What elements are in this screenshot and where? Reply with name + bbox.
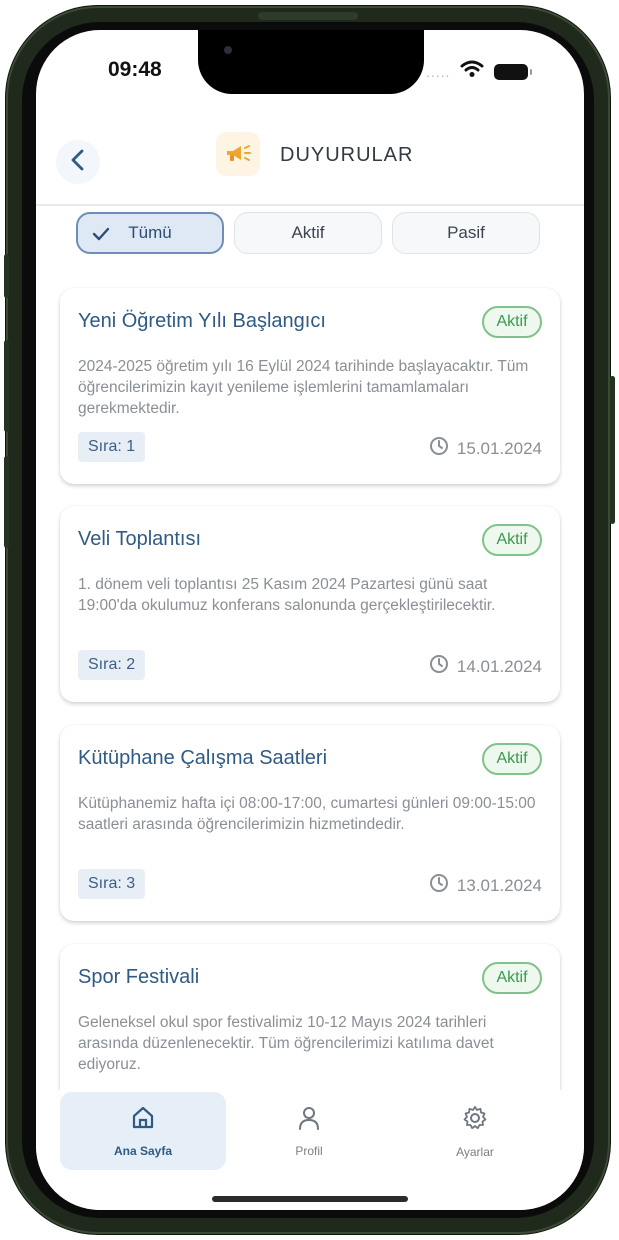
order-badge: Sıra: 3	[78, 869, 146, 899]
clock-icon	[429, 654, 449, 679]
tab-home[interactable]: Ana Sayfa	[60, 1092, 226, 1170]
card-title: Kütüphane Çalışma Saatleri	[78, 747, 328, 769]
filter-tabs: Tümü Aktif Pasif	[76, 212, 540, 254]
card-body: 2024-2025 öğretim yılı 16 Eylül 2024 tar…	[78, 358, 529, 417]
app-screen: 09:48 ..... DUYURULAR Tümü Aktif Pasif Y…	[36, 30, 584, 1210]
card-date-text: 15.01.2024	[456, 438, 542, 458]
card-title: Spor Festivali	[78, 966, 200, 988]
filter-tab-label: Tümü	[128, 223, 172, 242]
filter-tab-passive[interactable]: Pasif	[392, 212, 540, 254]
filter-tab-label: Pasif	[447, 223, 485, 242]
status-badge: Aktif	[482, 524, 542, 556]
filter-tab-active[interactable]: Aktif	[234, 212, 382, 254]
filter-tab-all[interactable]: Tümü	[76, 212, 224, 254]
gear-icon	[461, 1104, 489, 1137]
order-badge: Sıra: 2	[78, 650, 146, 680]
clock-icon	[429, 436, 449, 461]
card-date: 13.01.2024	[429, 873, 542, 898]
battery-icon	[494, 63, 533, 80]
tab-label: Ana Sayfa	[113, 1143, 173, 1158]
announcement-card[interactable]: Yeni Öğretim Yılı Başlangıcı Aktif 2024-…	[60, 288, 560, 484]
tab-settings[interactable]: Ayarlar	[392, 1092, 558, 1170]
tab-label: Profil	[295, 1143, 323, 1158]
order-badge: Sıra: 1	[78, 432, 146, 462]
signal-dots: .....	[426, 63, 451, 80]
status-time: 09:48	[108, 58, 162, 81]
camera-dot	[224, 46, 232, 54]
check-icon	[92, 226, 110, 246]
megaphone-icon	[216, 132, 260, 176]
card-title: Veli Toplantısı	[78, 528, 202, 550]
tab-profile[interactable]: Profil	[226, 1092, 392, 1170]
card-body: 1. dönem veli toplantısı 25 Kasım 2024 P…	[78, 576, 496, 614]
power-button	[610, 376, 615, 524]
bottom-tab-bar: Ana Sayfa Profil Ayarlar	[36, 1090, 584, 1210]
status-badge: Aktif	[482, 743, 542, 775]
status-badge: Aktif	[482, 306, 542, 338]
wifi-icon	[460, 60, 484, 83]
card-date-text: 14.01.2024	[456, 656, 542, 676]
page-header: DUYURULAR	[36, 128, 584, 204]
back-button[interactable]	[56, 140, 100, 184]
card-date: 14.01.2024	[429, 654, 542, 679]
card-body: Geleneksel okul spor festivalimiz 10-12 …	[78, 1014, 494, 1073]
home-indicator	[212, 1196, 408, 1202]
volume-up-button	[4, 340, 9, 432]
card-date: 15.01.2024	[429, 436, 542, 461]
status-badge: Aktif	[482, 962, 542, 994]
volume-down-button	[4, 456, 9, 548]
page-title: DUYURULAR	[280, 144, 414, 166]
tab-label: Ayarlar	[456, 1144, 494, 1159]
announcement-card[interactable]: Kütüphane Çalışma Saatleri Aktif Kütüpha…	[60, 725, 560, 921]
header-divider	[36, 204, 584, 206]
notch	[198, 30, 424, 94]
clock-icon	[429, 873, 449, 898]
chevron-left-icon	[70, 149, 86, 176]
card-title: Yeni Öğretim Yılı Başlangıcı	[78, 310, 326, 332]
earpiece	[258, 12, 358, 20]
card-body: Kütüphanemiz hafta içi 08:00-17:00, cuma…	[78, 795, 536, 833]
status-indicators: .....	[426, 60, 533, 83]
filter-tab-label: Aktif	[291, 223, 325, 242]
mute-switch	[4, 254, 9, 298]
card-date-text: 13.01.2024	[456, 875, 542, 895]
home-icon	[130, 1105, 156, 1136]
user-icon	[296, 1105, 322, 1136]
announcement-card[interactable]: Veli Toplantısı Aktif 1. dönem veli topl…	[60, 506, 560, 702]
